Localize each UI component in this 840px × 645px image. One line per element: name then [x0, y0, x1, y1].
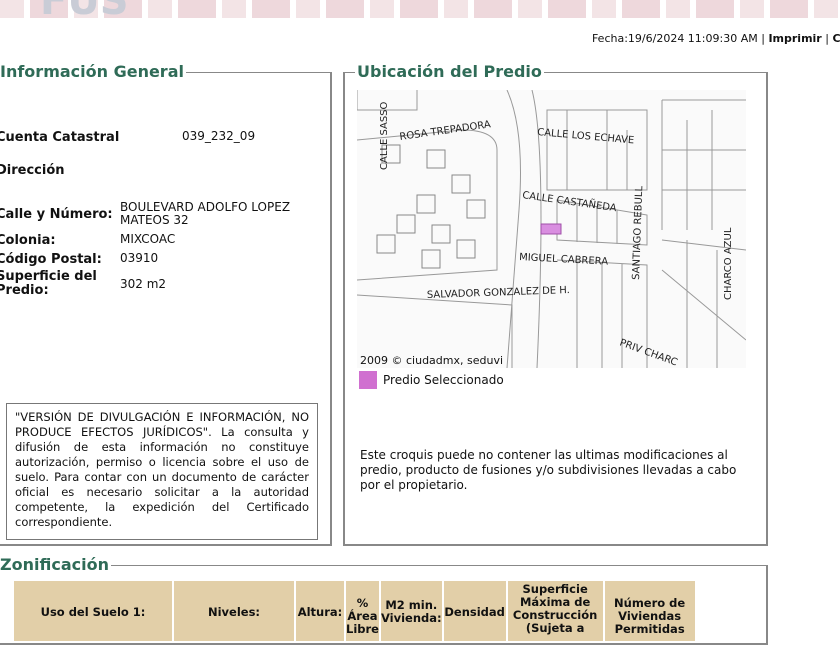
street-label: ROSA TREPADORA — [399, 119, 492, 143]
street-label: SALVADOR GONZALEZ DE H. — [427, 285, 570, 301]
column-header: % Área Libre — [346, 581, 379, 641]
label: Colonia: — [0, 233, 56, 248]
codigo-postal: 03910 — [120, 251, 159, 265]
calle-numero: BOULEVARD ADOLFO LOPEZ MATEOS 32 — [120, 200, 291, 227]
cerrar-link[interactable]: Ce — [832, 32, 840, 45]
legend-swatch — [359, 371, 377, 389]
header-banner: FUS — [0, 0, 840, 18]
column-header: Altura: — [296, 581, 344, 641]
panel-title: Ubicación del Predio — [355, 62, 544, 81]
label: Dirección — [0, 163, 65, 178]
panel-title: Zonificación — [0, 555, 111, 574]
imprimir-link[interactable]: Imprimir — [768, 32, 821, 45]
street-label: MIGUEL CABRERA — [519, 252, 609, 268]
selected-parcel — [540, 223, 562, 235]
map-note: Este croquis puede no contener las ultim… — [360, 448, 737, 492]
label: Calle y Número: — [0, 207, 113, 222]
street-label: PRIV CHARC — [618, 337, 679, 368]
column-header: Uso del Suelo 1: — [14, 581, 172, 641]
separator: | — [825, 32, 829, 45]
label: Código Postal: — [0, 252, 102, 267]
label: Cuenta Catastral — [0, 130, 120, 145]
colonia: MIXCOAC — [120, 232, 176, 246]
street-label: CALLE SASSO — [379, 101, 390, 170]
superficie: 302 m2 — [120, 277, 167, 291]
map-legend: Predio Seleccionado — [359, 371, 504, 389]
zonificacion-table: Uso del Suelo 1: Niveles: Altura: % Área… — [12, 581, 697, 641]
street-label: CALLE CASTAÑEDA — [522, 188, 618, 214]
informacion-general-panel: Información General Cuenta Catastral 039_… — [0, 62, 332, 546]
street-label: CALLE LOS ECHAVE — [537, 127, 635, 146]
logo: FUS — [40, 0, 129, 18]
column-header: Número de Viviendas Permitidas — [604, 581, 695, 641]
label: Superficie del Predio: — [0, 269, 97, 298]
column-header: Superficie Máxima de Construcción (Sujet… — [507, 581, 603, 641]
separator: | — [761, 32, 765, 45]
street-label: SANTIAGO REBULL — [631, 185, 645, 280]
street-label: CHARCO AZUL — [723, 227, 734, 300]
panel-title: Información General — [0, 62, 186, 81]
cuenta-catastral: 039_232_09 — [182, 129, 256, 143]
ubicacion-panel: Ubicación del Predio CALLE SASSO ROSA TR… — [343, 62, 768, 546]
fecha: Fecha:19/6/2024 11:09:30 AM — [591, 32, 758, 45]
map-copyright: 2009 © ciudadmx, seduvi — [360, 354, 504, 367]
column-header: M2 min. Vivienda: — [380, 581, 442, 641]
column-header: Densidad — [443, 581, 506, 641]
column-header: Niveles: — [174, 581, 294, 641]
location-map[interactable]: CALLE SASSO ROSA TREPADORA CALLE LOS ECH… — [357, 90, 746, 368]
disclaimer: "VERSIÓN DE DIVULGACIÓN E INFORMACIÓN, N… — [6, 403, 318, 540]
top-bar: Fecha:19/6/2024 11:09:30 AM | Imprimir |… — [592, 32, 840, 45]
legend-label: Predio Seleccionado — [383, 373, 504, 387]
